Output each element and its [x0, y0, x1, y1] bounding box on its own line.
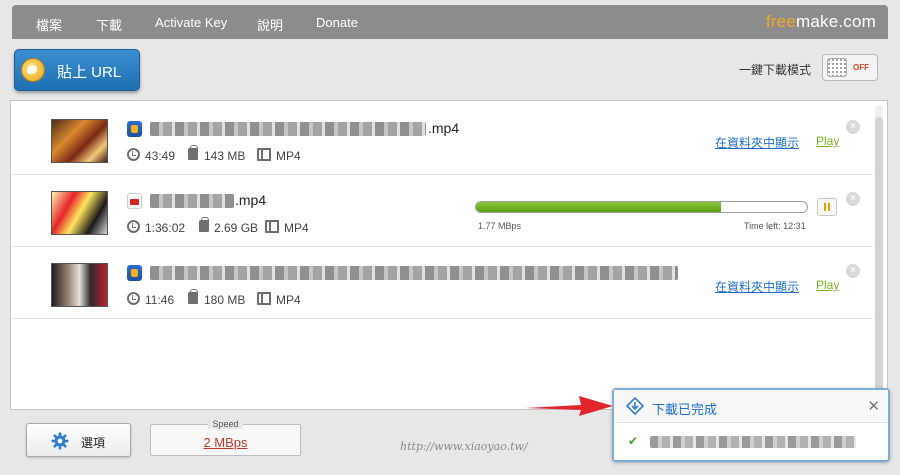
menu-file[interactable]: 檔案 [36, 15, 62, 34]
video-duration: 1:36:02 [145, 221, 186, 235]
video-title-extension: .mp4 [235, 192, 267, 208]
speed-label: Speed [208, 419, 243, 429]
video-size: 180 MB [204, 293, 246, 307]
scrollbar-thumb[interactable] [875, 117, 883, 397]
toggle-state: OFF [853, 63, 869, 72]
video-format: MP4 [276, 293, 301, 307]
one-click-mode-label: 一鍵下載模式 [739, 63, 812, 77]
download-row: .mp4 1:36:02 2.69 GB MP4 1.77 MBps Time … [11, 175, 873, 247]
video-title-blurred [150, 266, 678, 280]
remove-icon[interactable]: × [846, 120, 860, 134]
video-thumbnail [51, 191, 108, 235]
gear-icon [51, 432, 69, 450]
remove-icon[interactable]: × [846, 264, 860, 278]
download-diamond-icon [626, 397, 644, 415]
scrollbar[interactable] [875, 105, 883, 405]
download-speed: 1.77 MBps [478, 221, 522, 231]
clock-icon [127, 220, 140, 233]
freemake-logo: freemake.com [765, 12, 876, 31]
menu-donate[interactable]: Donate [316, 15, 358, 30]
speed-limit-box[interactable]: Speed 2 MBps [150, 419, 301, 456]
one-click-mode-toggle[interactable]: OFF [822, 54, 878, 81]
notification-title: 下載已完成 [652, 402, 718, 417]
clock-icon [127, 292, 140, 305]
clock-icon [127, 148, 140, 161]
menu-activate-key[interactable]: Activate Key [155, 15, 227, 30]
film-icon [265, 220, 279, 233]
video-size: 2.69 GB [214, 221, 259, 235]
file-size-icon [188, 145, 198, 160]
time-left: Time left: 12:31 [744, 221, 806, 231]
menu-download[interactable]: 下載 [96, 15, 122, 34]
video-title-blurred [150, 194, 234, 208]
video-size: 143 MB [204, 149, 246, 163]
show-in-folder-link[interactable]: 在資料夾中顯示 [715, 278, 799, 295]
play-link[interactable]: Play [816, 278, 839, 292]
download-row: .mp4 43:49 143 MB MP4 在資料夾中顯示 Play × [11, 103, 873, 175]
file-size-icon [199, 217, 209, 232]
download-row: 11:46 180 MB MP4 在資料夾中顯示 Play × [11, 247, 873, 319]
show-in-folder-link[interactable]: 在資料夾中顯示 [715, 134, 799, 151]
video-duration: 43:49 [145, 149, 176, 163]
red-arrow-icon [525, 396, 613, 416]
watermark: http://www.xiaoyao.tw/ [400, 440, 528, 453]
check-icon: ✔ [628, 434, 639, 448]
video-duration: 11:46 [145, 293, 175, 307]
completed-file-name-blurred[interactable] [650, 436, 856, 448]
toggle-knob [827, 58, 847, 77]
pause-icon[interactable] [817, 198, 837, 216]
menu-bar: 檔案 下載 Activate Key 說明 Donate freemake.co… [12, 5, 888, 39]
download-progress-bar [475, 201, 808, 213]
globe-icon [21, 58, 45, 82]
video-format: MP4 [276, 149, 301, 163]
video-format: MP4 [284, 221, 309, 235]
download-progress-fill [476, 202, 721, 212]
video-title-extension: .mp4 [428, 120, 460, 136]
options-label: 選項 [81, 436, 106, 450]
options-button[interactable]: 選項 [26, 423, 131, 457]
paste-url-button[interactable]: 貼上 URL [14, 49, 140, 91]
menu-help[interactable]: 說明 [257, 15, 283, 34]
youtube-icon [127, 193, 142, 209]
video-thumbnail [51, 263, 108, 307]
video-thumbnail [51, 119, 108, 163]
download-complete-notification: 下載已完成 ✕ ✔ [612, 388, 890, 462]
file-size-icon [188, 289, 198, 304]
video-title-blurred [150, 122, 426, 136]
generic-video-site-icon [127, 121, 142, 137]
remove-icon[interactable]: × [846, 192, 860, 206]
paste-url-label: 貼上 URL [57, 64, 122, 81]
close-icon[interactable]: ✕ [867, 397, 880, 415]
film-icon [257, 292, 271, 305]
play-link[interactable]: Play [816, 134, 839, 148]
generic-video-site-icon [127, 265, 142, 281]
downloads-list: .mp4 43:49 143 MB MP4 在資料夾中顯示 Play × .mp… [10, 100, 888, 410]
speed-limit-value[interactable]: 2 MBps [151, 435, 300, 450]
film-icon [257, 148, 271, 161]
